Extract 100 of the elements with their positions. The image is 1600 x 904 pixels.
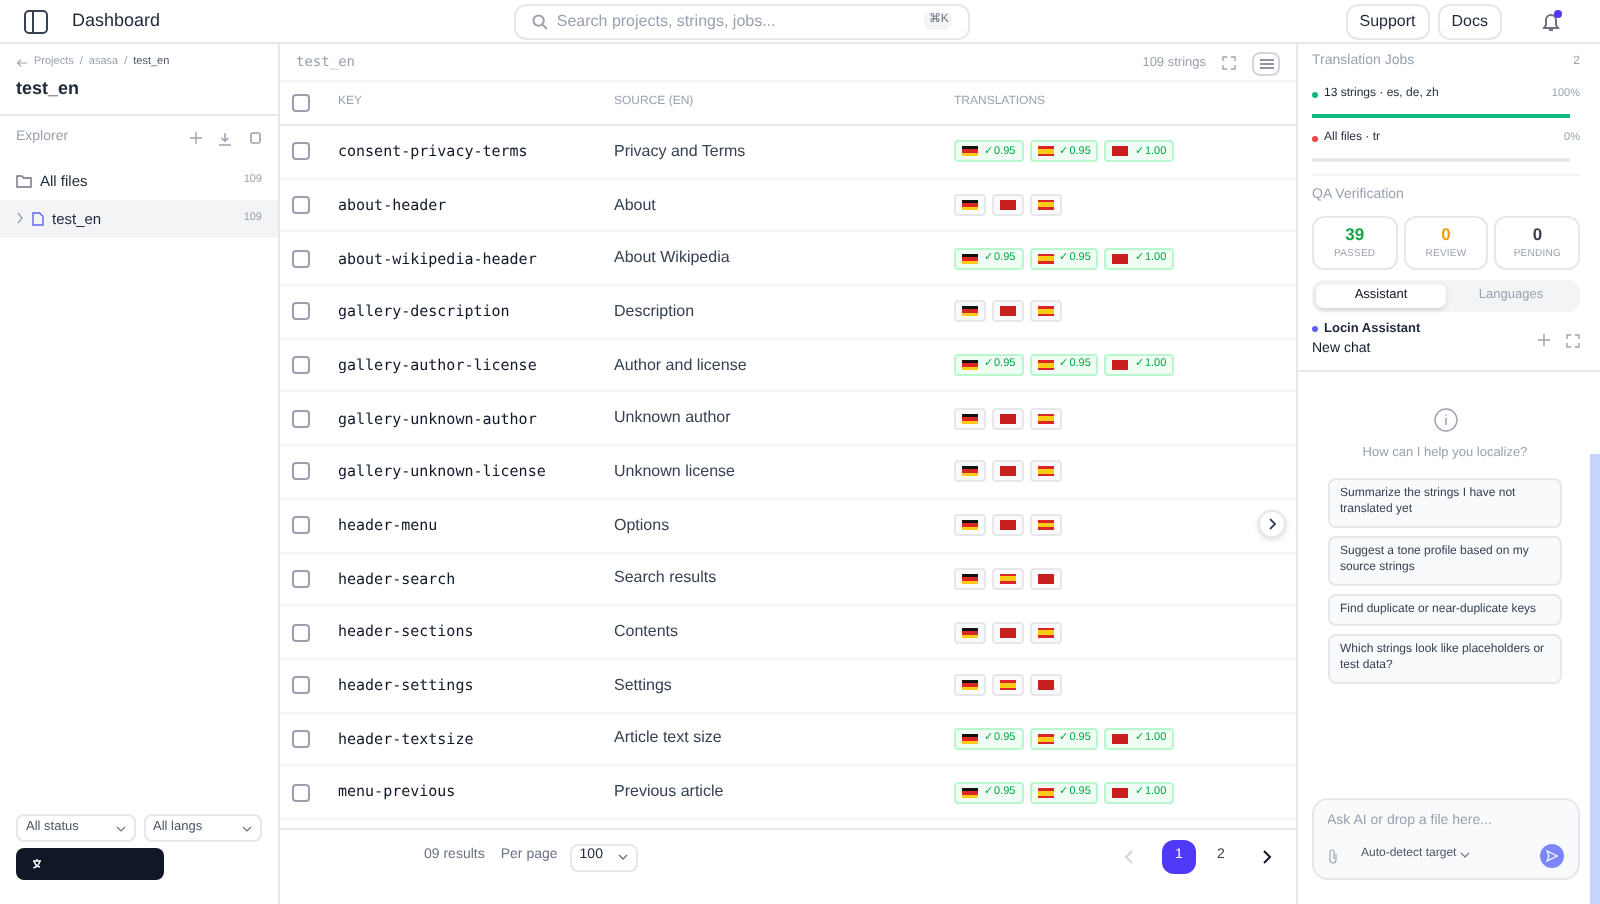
flag-icon: [1112, 146, 1129, 157]
flag-icon: [1038, 200, 1054, 211]
download-icon[interactable]: [218, 131, 232, 146]
flag-icon: [1037, 253, 1054, 264]
flag-icon: [1038, 680, 1054, 691]
flag-icon: [962, 466, 978, 477]
send-icon: [1545, 849, 1557, 861]
translation-badge[interactable]: [954, 407, 986, 430]
flag-icon: [962, 787, 978, 798]
translate-button[interactable]: [16, 848, 164, 880]
flag-icon: [1112, 360, 1129, 371]
source-text: Article text size: [614, 726, 724, 751]
flag-icon: [1000, 466, 1016, 477]
source-text: Previous article: [614, 780, 726, 805]
row-checkbox[interactable]: [292, 409, 310, 428]
flag-icon: [1000, 306, 1016, 317]
source-text: Settings: [614, 673, 674, 698]
header-button[interactable]: Docs: [1437, 3, 1502, 39]
flag-icon: [1112, 733, 1129, 744]
flag-icon: [1037, 733, 1054, 744]
row-checkbox[interactable]: [292, 142, 310, 161]
translation-badge[interactable]: [954, 460, 986, 483]
translation-badge[interactable]: [954, 194, 986, 217]
source-text: Search results: [614, 566, 719, 591]
chevron-down-icon: [1460, 852, 1471, 858]
row-checkbox[interactable]: [292, 356, 310, 375]
source-text: Unknown author: [614, 406, 733, 431]
list-view-button[interactable]: [1252, 51, 1280, 75]
search-field[interactable]: Search projects, strings, jobs...: [556, 9, 917, 33]
source-text: About Wikipedia: [614, 246, 732, 271]
translation-badge[interactable]: [954, 514, 986, 537]
flag-icon: [1038, 466, 1054, 477]
file-icon: [32, 211, 44, 226]
row-checkbox[interactable]: [292, 516, 310, 535]
flag-icon: [1038, 573, 1054, 584]
flag-icon: [1000, 520, 1016, 531]
flag-icon: [1038, 520, 1054, 531]
flag-icon: [1000, 573, 1016, 584]
chevron-down-icon: [617, 854, 628, 860]
translation-badge[interactable]: [954, 567, 986, 590]
translation-badge[interactable]: [954, 674, 986, 697]
translation-badge[interactable]: [954, 621, 986, 644]
row-checkbox[interactable]: [292, 783, 310, 802]
next-page-icon[interactable]: [1262, 850, 1272, 864]
bell-icon[interactable]: [1542, 11, 1560, 31]
flag-icon: [962, 200, 978, 211]
chevron-right-icon: [1267, 518, 1277, 530]
row-checkbox[interactable]: [292, 676, 310, 695]
row-checkbox[interactable]: [292, 729, 310, 748]
source-text: Unknown license: [614, 459, 737, 484]
flag-icon: [962, 360, 978, 371]
translate-icon: [32, 857, 46, 871]
flag-icon: [962, 520, 978, 531]
source-text: Privacy and Terms: [614, 139, 748, 164]
flag-icon: [1000, 200, 1016, 211]
row-checkbox[interactable]: [292, 196, 310, 215]
row-checkbox[interactable]: [292, 94, 310, 112]
folder-icon: [16, 173, 32, 188]
flag-icon: [1037, 360, 1054, 371]
source-text: Contents: [614, 620, 681, 645]
source-text: Author and license: [614, 353, 749, 378]
flag-icon: [1038, 306, 1054, 317]
page-title: Dashboard: [72, 7, 161, 34]
flag-icon: [962, 627, 978, 638]
flag-icon: [962, 306, 978, 317]
list-icon: [1259, 57, 1273, 69]
send-button[interactable]: [1539, 843, 1563, 867]
source-text: About: [614, 193, 658, 218]
flag-icon: [962, 413, 978, 424]
flag-icon: [1038, 413, 1054, 424]
flag-icon: [1037, 146, 1054, 157]
flag-icon: [962, 733, 978, 744]
row-checkbox[interactable]: [292, 569, 310, 588]
row-checkbox[interactable]: [292, 462, 310, 481]
flag-icon: [962, 146, 978, 157]
flag-icon: [1037, 787, 1054, 798]
flag-icon: [962, 573, 978, 584]
flag-icon: [1112, 787, 1129, 798]
translation-badge[interactable]: [954, 300, 986, 323]
stat-value: 0: [1441, 222, 1451, 249]
flag-icon: [1112, 253, 1129, 264]
stat-value: 39: [1345, 222, 1365, 249]
row-checkbox[interactable]: [292, 249, 310, 268]
flag-icon: [1038, 627, 1054, 638]
flag-icon: [1000, 413, 1016, 424]
sidebar-toggle-icon[interactable]: [24, 9, 48, 33]
stat-value: 0: [1532, 222, 1543, 249]
header-button[interactable]: Support: [1345, 3, 1430, 39]
flag-icon: [962, 680, 978, 691]
search-icon: [532, 13, 549, 29]
flag-icon: [962, 253, 978, 264]
row-checkbox[interactable]: [292, 302, 310, 321]
row-checkbox[interactable]: [292, 623, 310, 642]
flag-icon: [1000, 680, 1016, 691]
chevron-down-icon: [115, 825, 125, 831]
source-text: Options: [614, 513, 672, 538]
flag-icon: [1000, 627, 1016, 638]
source-text: Description: [614, 299, 697, 324]
info-icon: [1433, 408, 1457, 433]
scroll-right-button[interactable]: [1258, 510, 1286, 538]
